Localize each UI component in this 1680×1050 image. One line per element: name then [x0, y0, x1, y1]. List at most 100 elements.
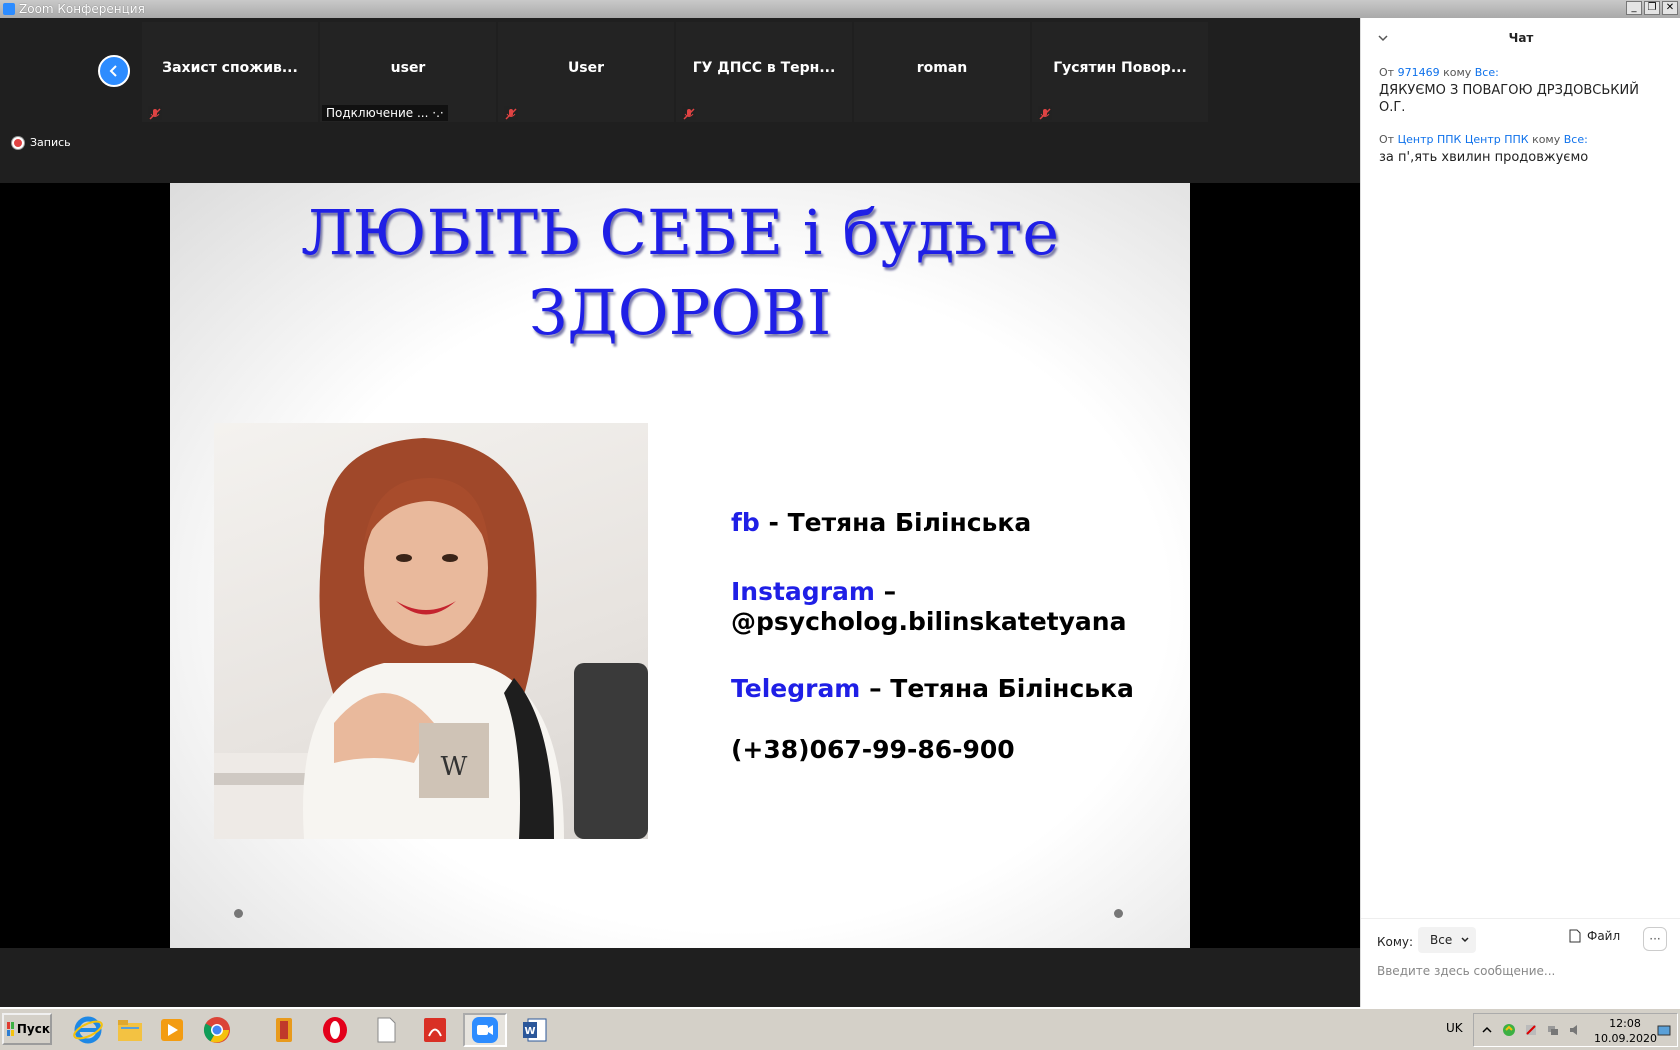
- chat-message-text: за п',ять хвилин продовжуємо: [1379, 150, 1589, 165]
- close-button[interactable]: ✕: [1662, 1, 1678, 15]
- participant-name: roman: [916, 60, 968, 76]
- file-button[interactable]: Файл: [1569, 929, 1620, 943]
- connecting-status: Подключение ... ·.·: [322, 105, 448, 121]
- meeting-bottom-bar: [0, 948, 1360, 1007]
- phone-number: (+38)067-99-86-900: [731, 735, 1015, 764]
- opera-icon: [323, 1017, 347, 1043]
- recipient-name[interactable]: Все:: [1564, 133, 1588, 146]
- fb-contact: fb - Тетяна Білінська: [731, 508, 1031, 538]
- from-prefix: От: [1379, 133, 1395, 146]
- muted-mic-icon: [148, 106, 162, 120]
- chevron-left-icon: [109, 65, 117, 77]
- windows-flag-icon: [7, 1022, 14, 1036]
- instagram-handle: @psycholog.bilinskatetyana: [731, 607, 1127, 636]
- participant-tile[interactable]: Гусятин Повор...: [1032, 22, 1208, 122]
- network-warning-icon[interactable]: [1524, 1023, 1538, 1037]
- slide-title-line: ЗДОРОВІ: [528, 276, 832, 349]
- taskbar-explorer[interactable]: [108, 1013, 152, 1047]
- slide-decoration-dot: [234, 909, 243, 918]
- update-icon[interactable]: [1502, 1023, 1516, 1037]
- chat-message: От Центр ППК Центр ППК кому Все: за п',я…: [1379, 133, 1669, 166]
- muted-mic-icon: [682, 106, 696, 120]
- sender-name[interactable]: Центр ППК Центр ППК: [1398, 133, 1529, 146]
- chat-message-meta: От 971469 кому Все:: [1379, 66, 1669, 79]
- record-icon: [12, 136, 24, 149]
- file-label: Файл: [1587, 929, 1621, 943]
- muted-mic-icon: [1038, 106, 1052, 120]
- participant-tile[interactable]: Захист спожив...: [142, 22, 318, 122]
- to-prefix: кому: [1532, 133, 1561, 146]
- windows-taskbar: Пуск W UK 12:08 10.09.2020: [0, 1007, 1680, 1050]
- fb-text: - Тетяна Білінська: [759, 508, 1032, 537]
- chevron-down-icon: [1461, 937, 1469, 943]
- telegram-text: – Тетяна Білінська: [860, 674, 1134, 703]
- taskbar-archiver[interactable]: [263, 1013, 307, 1047]
- clock-time: 12:08: [1609, 1017, 1641, 1030]
- participant-tile[interactable]: User: [498, 22, 674, 122]
- document-icon: [377, 1017, 396, 1043]
- participant-tile[interactable]: user Подключение ... ·.·: [320, 22, 496, 122]
- window-controls: _ ❐ ✕: [1626, 1, 1678, 15]
- system-tray: 12:08 10.09.2020: [1473, 1013, 1678, 1047]
- volume-icon[interactable]: [1568, 1023, 1582, 1037]
- taskbar-notepad[interactable]: [364, 1013, 408, 1047]
- taskbar-ie[interactable]: [66, 1013, 110, 1047]
- recipient-name[interactable]: Все:: [1475, 66, 1499, 79]
- window-title: Zoom Конференция: [19, 2, 145, 16]
- slide-title-line: ЛЮБІТЬ СЕБЕ і будьте: [300, 196, 1060, 269]
- recipient-select[interactable]: Все: [1418, 927, 1476, 953]
- instagram-label: Instagram: [731, 577, 875, 606]
- internet-explorer-icon: [73, 1016, 103, 1044]
- start-button[interactable]: Пуск: [2, 1013, 52, 1045]
- taskbar-acrobat[interactable]: [413, 1013, 457, 1047]
- chat-compose: Кому: Все Файл ···: [1361, 918, 1680, 1007]
- screen-share-view: ЛЮБІТЬ СЕБЕ і будьте ЗДОРОВІ W fb - Тетя…: [0, 183, 1360, 948]
- sender-name[interactable]: 971469: [1398, 66, 1440, 79]
- maximize-button[interactable]: ❐: [1644, 1, 1660, 15]
- taskbar-media-player[interactable]: [150, 1013, 194, 1047]
- meeting-area: Захист спожив... user Подключение ... ·.…: [0, 18, 1360, 1007]
- recording-label: Запись: [30, 136, 71, 149]
- participant-name: Гусятин Повор...: [1053, 60, 1187, 76]
- recipient-select-value: Все: [1430, 933, 1453, 947]
- language-indicator[interactable]: UK: [1446, 1021, 1463, 1035]
- slide-decoration-dot: [1114, 909, 1123, 918]
- participant-tile[interactable]: ГУ ДПСС в Терн...: [676, 22, 852, 122]
- chat-message: От 971469 кому Все: ДЯКУЄМО З ПОВАГОЮ ДР…: [1379, 66, 1669, 116]
- show-desktop-icon[interactable]: [1657, 1024, 1671, 1038]
- minimize-button[interactable]: _: [1626, 1, 1642, 15]
- participant-name: Захист спожив...: [162, 60, 298, 76]
- pdf-icon: [424, 1018, 446, 1042]
- svg-text:W: W: [524, 1026, 535, 1037]
- zoom-icon: [472, 1017, 498, 1043]
- chat-header: Чат: [1361, 18, 1680, 58]
- participant-name: ГУ ДПСС в Терн...: [692, 60, 836, 76]
- zoom-app-icon: [3, 3, 15, 15]
- instagram-contact: Instagram – @psycholog.bilinskatetyana: [731, 577, 1126, 637]
- to-prefix: кому: [1443, 66, 1472, 79]
- more-options-button[interactable]: ···: [1643, 927, 1667, 951]
- to-label: Кому:: [1377, 935, 1414, 949]
- participant-name: User: [567, 60, 605, 76]
- chevron-down-icon[interactable]: [1377, 32, 1389, 44]
- taskbar-chrome[interactable]: [195, 1013, 239, 1047]
- taskbar-word[interactable]: W: [513, 1013, 557, 1047]
- chevron-up-icon[interactable]: [1480, 1023, 1494, 1037]
- speaker-photo: W: [214, 423, 648, 839]
- telegram-label: Telegram: [731, 674, 861, 703]
- system-clock[interactable]: 12:08 10.09.2020: [1594, 1016, 1657, 1046]
- network-icon[interactable]: [1546, 1023, 1560, 1037]
- participant-tile[interactable]: roman: [854, 22, 1030, 122]
- recording-indicator[interactable]: Запись: [12, 136, 71, 149]
- chat-message-input[interactable]: [1377, 961, 1667, 981]
- gallery-prev-button[interactable]: [98, 55, 130, 87]
- clock-date: 10.09.2020: [1594, 1032, 1657, 1045]
- taskbar-zoom[interactable]: [463, 1013, 507, 1047]
- media-player-icon: [161, 1019, 183, 1041]
- chat-title: Чат: [1508, 31, 1534, 45]
- instagram-dash: –: [874, 577, 897, 606]
- phone-contact: (+38)067-99-86-900: [731, 735, 1015, 765]
- chat-message-text: ДЯКУЄМО З ПОВАГОЮ ДРЗДОВСЬКИЙ О.Г.: [1379, 83, 1639, 115]
- taskbar-opera[interactable]: [313, 1013, 357, 1047]
- muted-mic-icon: [504, 106, 518, 120]
